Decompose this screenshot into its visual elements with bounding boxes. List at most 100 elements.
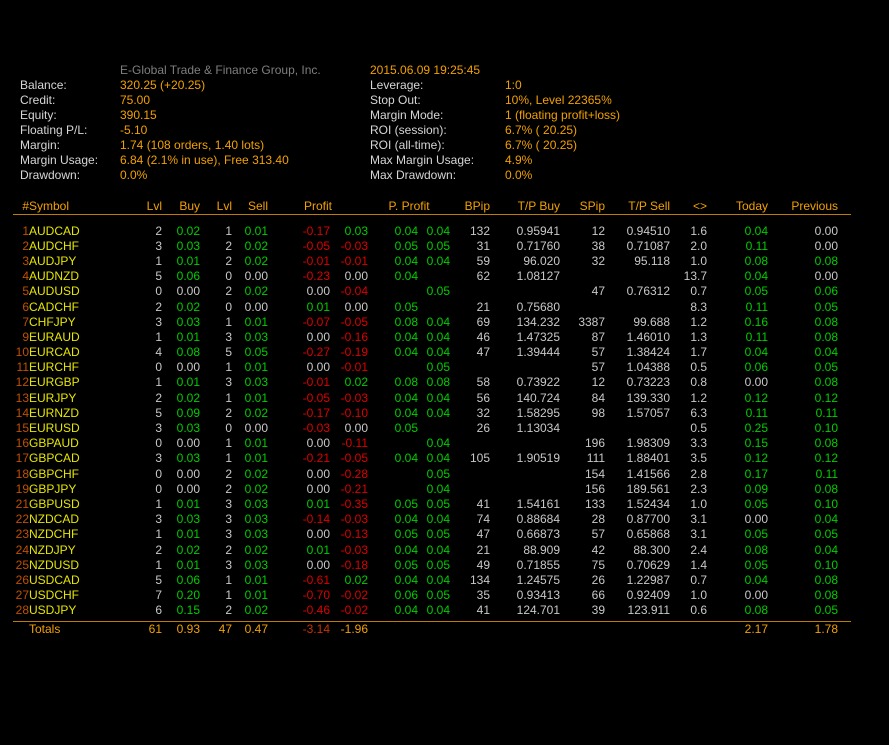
cell-lvl-sell: 2 <box>200 481 232 496</box>
cell-spip: 12 <box>560 223 605 238</box>
cell-profit-sell: -0.03 <box>330 542 368 557</box>
cell-profit-sell: -0.03 <box>330 390 368 405</box>
cell-sell: 0.03 <box>232 527 268 542</box>
position-row-nzdchf: 23NZDCHF10.0130.030.00-0.130.050.05470.6… <box>0 527 838 542</box>
cell-bpip: 41 <box>450 496 490 511</box>
cell-lvl-buy: 3 <box>118 420 162 435</box>
cell-profit-buy: -0.01 <box>268 253 330 268</box>
cell-previous: 0.10 <box>768 420 838 435</box>
col-header-bpip: BPip <box>450 197 490 214</box>
position-row-usdcad: 26USDCAD50.0610.01-0.610.020.040.041341.… <box>0 572 838 587</box>
cell-lvl-sell: 2 <box>200 466 232 481</box>
info-row: Leverage:1:0 <box>370 78 800 93</box>
cell-profit-sell: -0.05 <box>330 314 368 329</box>
cell-bpip: 31 <box>450 238 490 253</box>
cell-p-profit-sell: 0.04 <box>418 512 450 527</box>
info-value: 1:0 <box>505 78 522 93</box>
cell-spip <box>560 299 605 314</box>
server-datetime: 2015.06.09 19:25:45 <box>370 63 480 77</box>
cell-tp-sell: 139.330 <box>605 390 670 405</box>
col-header-lvl-buy: Lvl <box>118 197 162 214</box>
cell-tp-sell: 0.87700 <box>605 512 670 527</box>
col-header-p-profit: P. Profit <box>368 197 450 214</box>
totals-row: Totals610.93470.47-3.14-1.962.171.78 <box>0 621 838 637</box>
cell-lvl-buy: 1 <box>118 527 162 542</box>
cell-buy: 0.09 <box>162 405 200 420</box>
cell-today: 0.17 <box>707 466 768 481</box>
account-summary-left: Balance:320.25 (+20.25)Credit:75.00Equit… <box>20 78 365 183</box>
cell-today: 0.12 <box>707 451 768 466</box>
cell-symbol: USDCAD <box>29 572 118 587</box>
info-label: Leverage: <box>370 78 505 93</box>
cell-lvl-sell: 1 <box>200 451 232 466</box>
cell-spread: 0.7 <box>670 572 707 587</box>
cell-lvl-buy: 1 <box>118 375 162 390</box>
cell-tp-buy: 0.73922 <box>490 375 560 390</box>
cell-lvl-sell: 3 <box>200 557 232 572</box>
cell-p-profit-sell: 0.04 <box>418 572 450 587</box>
cell-lvl-buy: 5 <box>118 405 162 420</box>
cell-buy: 0.01 <box>162 329 200 344</box>
cell-p-profit-buy: 0.04 <box>368 405 418 420</box>
cell-sell: 0.02 <box>232 542 268 557</box>
cell-previous: 0.04 <box>768 345 838 360</box>
cell-tp-buy: 96.020 <box>490 253 560 268</box>
info-label: Equity: <box>20 108 120 123</box>
totals-sell: 0.47 <box>232 621 268 637</box>
cell-lvl-buy: 2 <box>118 223 162 238</box>
cell-row-number: 7 <box>0 314 29 329</box>
cell-p-profit-sell <box>418 420 450 435</box>
position-row-cadchf: 6CADCHF20.0200.000.010.000.05210.756808.… <box>0 299 838 314</box>
cell-p-profit-buy: 0.04 <box>368 572 418 587</box>
cell-p-profit-buy <box>368 436 418 451</box>
info-row: Margin Usage:6.84 (2.1% in use), Free 31… <box>20 153 365 168</box>
cell-bpip: 58 <box>450 375 490 390</box>
cell-today: 0.25 <box>707 420 768 435</box>
cell-previous: 0.12 <box>768 390 838 405</box>
cell-row-number: 24 <box>0 542 29 557</box>
col-header-profit: Profit <box>268 197 368 214</box>
account-summary-right: Leverage:1:0Stop Out:10%, Level 22365%Ma… <box>370 78 800 183</box>
cell-spread: 2.8 <box>670 466 707 481</box>
cell-today: 0.05 <box>707 557 768 572</box>
totals-tp-buy <box>490 621 560 637</box>
info-label: Margin Mode: <box>370 108 505 123</box>
cell-bpip <box>450 284 490 299</box>
cell-buy: 0.00 <box>162 481 200 496</box>
cell-sell: 0.00 <box>232 269 268 284</box>
cell-today: 0.16 <box>707 314 768 329</box>
info-label: Drawdown: <box>20 168 120 183</box>
cell-row-number: 3 <box>0 253 29 268</box>
position-row-gbpaud: 16GBPAUD00.0010.010.00-0.110.041961.9830… <box>0 436 838 451</box>
cell-p-profit-buy: 0.05 <box>368 299 418 314</box>
cell-previous: 0.08 <box>768 375 838 390</box>
info-row: Equity:390.15 <box>20 108 365 123</box>
cell-profit-sell: -0.16 <box>330 329 368 344</box>
cell-today: 0.05 <box>707 527 768 542</box>
cell-bpip: 26 <box>450 420 490 435</box>
cell-profit-buy: -0.17 <box>268 223 330 238</box>
position-row-gbpcad: 17GBPCAD30.0310.01-0.21-0.050.040.041051… <box>0 451 838 466</box>
cell-sell: 0.02 <box>232 405 268 420</box>
cell-lvl-buy: 7 <box>118 588 162 603</box>
position-row-eurcad: 10EURCAD40.0850.05-0.27-0.190.040.04471.… <box>0 345 838 360</box>
cell-symbol: NZDUSD <box>29 557 118 572</box>
cell-tp-sell: 0.73223 <box>605 375 670 390</box>
cell-buy: 0.06 <box>162 269 200 284</box>
cell-lvl-sell: 3 <box>200 329 232 344</box>
col-header-spread: <> <box>670 197 707 214</box>
col-header-spip: SPip <box>560 197 605 214</box>
cell-lvl-sell: 3 <box>200 527 232 542</box>
cell-symbol: AUDJPY <box>29 253 118 268</box>
cell-today: 0.12 <box>707 390 768 405</box>
info-row: Margin Mode:1 (floating profit+loss) <box>370 108 800 123</box>
cell-buy: 0.06 <box>162 572 200 587</box>
cell-today: 0.00 <box>707 512 768 527</box>
cell-spread: 1.0 <box>670 588 707 603</box>
cell-p-profit-buy: 0.05 <box>368 238 418 253</box>
cell-p-profit-sell: 0.04 <box>418 223 450 238</box>
position-row-eurusd: 15EURUSD30.0300.00-0.030.000.05261.13034… <box>0 420 838 435</box>
cell-spip: 196 <box>560 436 605 451</box>
cell-symbol: NZDCAD <box>29 512 118 527</box>
cell-p-profit-sell: 0.05 <box>418 466 450 481</box>
